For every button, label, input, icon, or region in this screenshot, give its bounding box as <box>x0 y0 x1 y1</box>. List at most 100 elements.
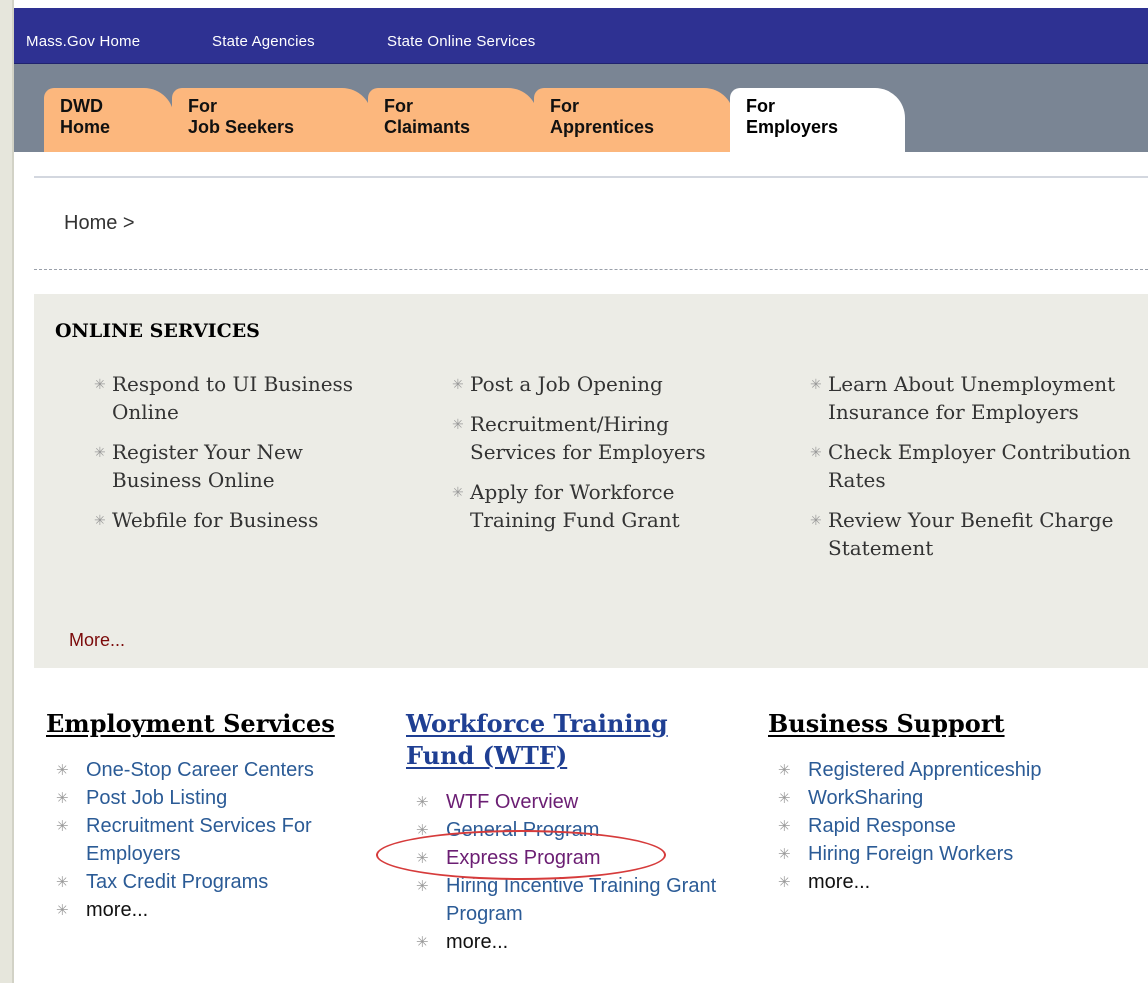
more-link[interactable]: ✳ more... <box>768 868 1128 896</box>
link-text: WTF Overview <box>446 791 579 813</box>
tab-label-line1: For <box>550 96 579 116</box>
list-item[interactable]: ✳ WorkSharing <box>768 784 1128 812</box>
bullet-icon: ✳ <box>56 874 69 891</box>
online-services-column-2: ✳ Post a Job Opening ✳ Recruitment/Hiring … <box>446 370 756 546</box>
bullet-icon: ✳ <box>56 902 69 919</box>
link-text: Post a Job Opening <box>470 372 663 396</box>
header-divider <box>34 176 1148 178</box>
bullet-icon: ✳ <box>94 445 106 461</box>
link-text: Tax Credit Programs <box>86 871 269 893</box>
list-item[interactable]: ✳ Rapid Response <box>768 812 1128 840</box>
bullet-icon: ✳ <box>416 878 429 895</box>
bullet-icon: ✳ <box>452 417 464 433</box>
list-item[interactable]: ✳ Post Job Listing <box>46 784 386 812</box>
top-nav-bar: Mass.Gov Home State Agencies State Onlin… <box>14 8 1148 64</box>
bullet-icon: ✳ <box>778 762 791 779</box>
online-services-panel: ONLINE SERVICES ✳ Respond to UI Business … <box>34 294 1148 668</box>
more-link[interactable]: ✳ more... <box>406 928 726 956</box>
online-service-link[interactable]: ✳ Respond to UI Business Online <box>88 370 378 426</box>
link-text: One-Stop Career Centers <box>86 759 314 781</box>
bullet-icon: ✳ <box>56 790 69 807</box>
link-text: Post Job Listing <box>86 787 228 809</box>
bullet-icon: ✳ <box>810 445 822 461</box>
tab-dwd-home[interactable]: DWD Home <box>44 88 174 152</box>
page-frame: Mass.Gov Home State Agencies State Onlin… <box>14 0 1148 983</box>
link-text: Respond to UI Business Online <box>112 372 354 424</box>
bullet-icon: ✳ <box>56 818 69 835</box>
tab-label-line2: Home <box>60 117 111 137</box>
online-service-link[interactable]: ✳ Learn About Unemployment Insurance for … <box>804 370 1144 426</box>
online-service-link[interactable]: ✳ Apply for Workforce Training Fund Grant <box>446 478 756 534</box>
tab-label-line1: For <box>188 96 217 116</box>
tab-claimants[interactable]: For Claimants <box>368 88 538 152</box>
bullet-icon: ✳ <box>778 818 791 835</box>
highlight-ellipse <box>376 830 666 880</box>
business-support-section: Business Support ✳ Registered Apprentices… <box>768 708 1128 896</box>
link-text: WorkSharing <box>808 787 924 809</box>
state-online-services-link[interactable]: State Online Services <box>387 33 535 50</box>
link-text: more... <box>86 899 149 921</box>
online-service-link[interactable]: ✳ Recruitment/Hiring Services for Employe… <box>446 410 756 466</box>
tab-bar: DWD Home For Job Seekers For Claimants F… <box>14 64 1148 158</box>
bullet-icon: ✳ <box>56 762 69 779</box>
bullet-icon: ✳ <box>778 874 791 891</box>
breadcrumb[interactable]: Home > <box>64 212 135 235</box>
workforce-training-fund-heading[interactable]: Workforce Training Fund (WTF) <box>406 708 726 772</box>
list-item[interactable]: ✳ WTF Overview <box>406 788 726 816</box>
link-text: Hiring Incentive Training Grant Program <box>446 875 717 925</box>
link-text: Hiring Foreign Workers <box>808 843 1014 865</box>
link-text: Check Employer Contribution Rates <box>828 440 1131 492</box>
link-text: Registered Apprenticeship <box>808 759 1042 781</box>
online-service-link[interactable]: ✳ Register Your New Business Online <box>88 438 378 494</box>
list-item[interactable]: ✳ Recruitment Services For Employers <box>46 812 386 868</box>
bullet-icon: ✳ <box>810 513 822 529</box>
tab-apprentices[interactable]: For Apprentices <box>534 88 734 152</box>
link-text: Apply for Workforce Training Fund Grant <box>470 480 680 532</box>
list-item[interactable]: ✳ Tax Credit Programs <box>46 868 386 896</box>
online-services-title: ONLINE SERVICES <box>55 320 260 342</box>
employment-services-heading[interactable]: Employment Services <box>46 708 386 740</box>
link-text: Webfile for Business <box>112 508 319 532</box>
bullet-icon: ✳ <box>452 485 464 501</box>
mass-gov-home-link[interactable]: Mass.Gov Home <box>26 33 140 50</box>
online-service-link[interactable]: ✳ Check Employer Contribution Rates <box>804 438 1144 494</box>
business-support-list: ✳ Registered Apprenticeship ✳ WorkSharing … <box>768 756 1128 896</box>
online-services-more-link[interactable]: More... <box>69 630 125 651</box>
link-text: more... <box>446 931 509 953</box>
employment-services-section: Employment Services ✳ One-Stop Career Cen… <box>46 708 386 924</box>
tab-label-line2: Job Seekers <box>188 117 295 137</box>
tab-label-line2: Apprentices <box>550 117 655 137</box>
bullet-icon: ✳ <box>452 377 464 393</box>
tab-label-line1: For <box>746 96 775 116</box>
tab-label-line1: DWD <box>60 96 103 116</box>
bullet-icon: ✳ <box>778 846 791 863</box>
tab-label-line2: Claimants <box>384 117 471 137</box>
tab-employers[interactable]: For Employers <box>730 88 905 158</box>
link-text: Learn About Unemployment Insurance for E… <box>828 372 1116 424</box>
link-text: Review Your Benefit Charge Statement <box>828 508 1114 560</box>
bullet-icon: ✳ <box>94 377 106 393</box>
more-link[interactable]: ✳ more... <box>46 896 386 924</box>
list-item[interactable]: ✳ One-Stop Career Centers <box>46 756 386 784</box>
business-support-heading[interactable]: Business Support <box>768 708 1128 740</box>
online-services-column-3: ✳ Learn About Unemployment Insurance for … <box>804 370 1144 574</box>
link-text: Recruitment Services For Employers <box>86 815 312 865</box>
bullet-icon: ✳ <box>416 794 429 811</box>
link-text: more... <box>808 871 871 893</box>
state-agencies-link[interactable]: State Agencies <box>212 33 315 50</box>
list-item[interactable]: ✳ Hiring Foreign Workers <box>768 840 1128 868</box>
dashed-divider <box>34 269 1148 270</box>
tab-job-seekers[interactable]: For Job Seekers <box>172 88 372 152</box>
bullet-icon: ✳ <box>778 790 791 807</box>
tab-label-line2: Employers <box>746 117 839 137</box>
employment-services-list: ✳ One-Stop Career Centers ✳ Post Job Listi… <box>46 756 386 924</box>
link-text: Recruitment/Hiring Services for Employer… <box>470 412 706 464</box>
online-service-link[interactable]: ✳ Webfile for Business <box>88 506 378 534</box>
bullet-icon: ✳ <box>810 377 822 393</box>
list-item[interactable]: ✳ Registered Apprenticeship <box>768 756 1128 784</box>
link-text: Rapid Response <box>808 815 956 837</box>
tab-label-line1: For <box>384 96 413 116</box>
online-service-link[interactable]: ✳ Post a Job Opening <box>446 370 756 398</box>
list-item[interactable]: ✳ Hiring Incentive Training Grant Program <box>406 872 726 928</box>
online-service-link[interactable]: ✳ Review Your Benefit Charge Statement <box>804 506 1144 562</box>
